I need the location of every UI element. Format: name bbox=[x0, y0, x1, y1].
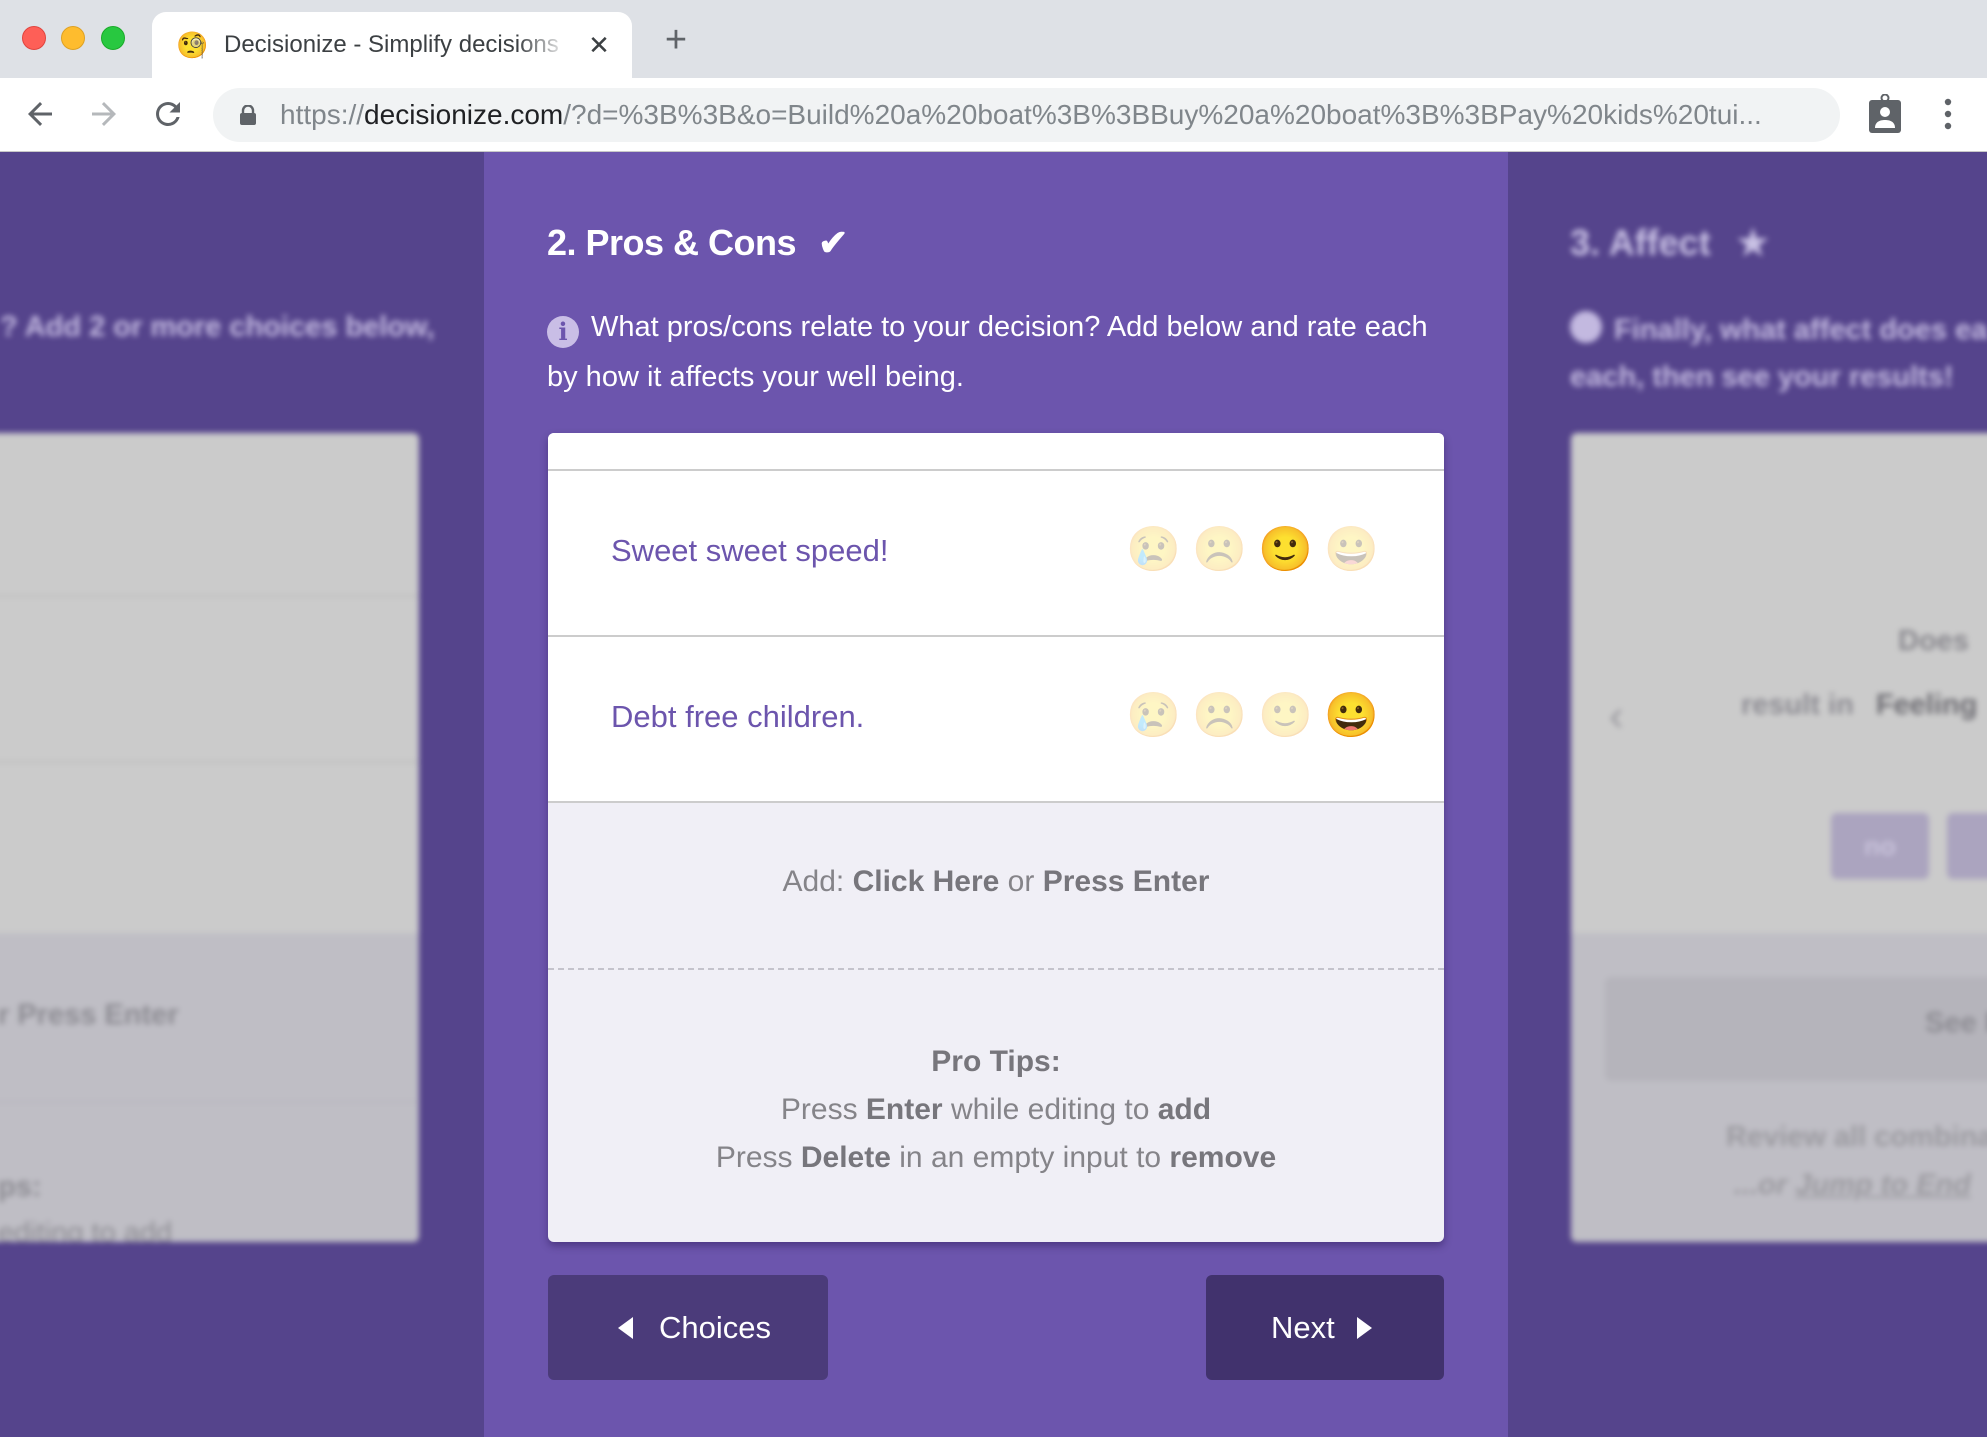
grinning-face-icon[interactable]: 😀 bbox=[1324, 525, 1379, 575]
step-1-info-fragment: ? Add 2 or more choices below, bbox=[0, 311, 435, 343]
back-to-choices-button[interactable]: Choices bbox=[548, 1275, 828, 1380]
jump-to-end-text: ...or Jump to End bbox=[1734, 1169, 1971, 1201]
list-item[interactable]: Sweet sweet speed! 😢 ☹️ 🙂 😀 bbox=[548, 471, 1444, 637]
frowning-face-icon[interactable]: ☹️ bbox=[1192, 525, 1247, 575]
step-1-tips-fragment-2: editing to add bbox=[0, 1217, 173, 1242]
step-2-panel: 2. Pros & Cons ✔ i What pros/cons relate t… bbox=[484, 152, 1508, 1437]
triangle-right-icon bbox=[1356, 1317, 1372, 1339]
instructions: i What pros/cons relate to your decision?… bbox=[547, 302, 1457, 402]
smiling-face-icon[interactable]: 🙂 bbox=[1258, 691, 1313, 741]
answer-yes-button[interactable] bbox=[1947, 813, 1987, 879]
lock-icon bbox=[240, 105, 256, 125]
pros-cons-card: Sweet sweet speed! 😢 ☹️ 🙂 😀 Debt free ch… bbox=[548, 433, 1444, 1242]
tab-close-icon[interactable]: ✕ bbox=[584, 30, 614, 60]
pro-con-text[interactable]: Sweet sweet speed! bbox=[611, 533, 888, 569]
window-maximize-button[interactable] bbox=[101, 26, 125, 50]
pro-tip-1: Press Enter while editing to add bbox=[780, 1093, 1212, 1126]
step-3-panel-blurred: 3. Affect ★ Finally, what affect does ea … bbox=[1508, 152, 1987, 1437]
step-title: 2. Pros & Cons ✔ bbox=[547, 222, 848, 264]
pro-tip-2: Press Delete in an empty input to remove bbox=[715, 1141, 1277, 1174]
step-1-add-fragment: r Press Enter bbox=[0, 999, 179, 1031]
add-press-enter: Press Enter bbox=[1042, 865, 1210, 898]
step-3-info-line-1: Finally, what affect does ea bbox=[1570, 311, 1987, 347]
list-item[interactable]: Debt free children. 😢 ☹️ 🙂 😀 bbox=[548, 637, 1444, 803]
tab-title: Decisionize - Simplify decisions bbox=[224, 31, 559, 58]
reload-icon[interactable] bbox=[150, 96, 186, 132]
new-tab-plus-icon[interactable]: + bbox=[658, 21, 694, 60]
url-scheme: https:// bbox=[280, 99, 365, 130]
url-text[interactable]: https://decisionize.com/?d=%3B%3B&o=Buil… bbox=[280, 98, 1820, 132]
crying-face-icon[interactable]: 😢 bbox=[1126, 525, 1181, 575]
monocle-face-favicon-icon: 🧐 bbox=[176, 30, 209, 60]
window-minimize-button[interactable] bbox=[61, 26, 85, 50]
answer-no-button[interactable]: no bbox=[1831, 813, 1929, 879]
pro-tips: Pro Tips: Press Enter while editing to a… bbox=[548, 970, 1444, 1242]
add-click-here[interactable]: Click Here bbox=[853, 865, 1000, 898]
see-results-label: See R bbox=[1925, 1007, 1987, 1039]
url-path: /?d=%3B%3B&o=Build%20a%20boat%3B%3BBuy%2… bbox=[563, 99, 1762, 130]
browser-tab-active[interactable]: 🧐 Decisionize - Simplify decisions ✕ bbox=[152, 12, 632, 78]
pro-con-text[interactable]: Debt free children. bbox=[611, 699, 864, 735]
review-text: Review all combina bbox=[1726, 1121, 1987, 1153]
step-title-text: 2. Pros & Cons bbox=[547, 222, 797, 263]
crying-face-icon[interactable]: 😢 bbox=[1126, 691, 1181, 741]
grinning-face-icon-selected[interactable]: 😀 bbox=[1324, 691, 1379, 741]
star-icon: ★ bbox=[1736, 222, 1769, 263]
browser-tab-bar: 🧐 Decisionize - Simplify decisions ✕ + bbox=[0, 0, 1987, 78]
instructions-text: What pros/cons relate to your decision? … bbox=[547, 311, 1428, 393]
page-content: ? Add 2 or more choices below, r Press E… bbox=[0, 152, 1987, 1437]
info-icon bbox=[1570, 311, 1602, 343]
pro-tips-heading: Pro Tips: bbox=[931, 1045, 1061, 1078]
add-item-button[interactable]: Add: Click Here or Press Enter bbox=[548, 803, 1444, 970]
question-line-1: Does bbox=[1898, 625, 1969, 657]
add-item-label: Add: Click Here or Press Enter bbox=[548, 865, 1444, 899]
chevron-left-icon[interactable]: ‹ bbox=[1609, 691, 1624, 741]
checkmark-icon: ✔ bbox=[818, 222, 848, 263]
add-or: or bbox=[999, 865, 1043, 898]
back-button-label: Choices bbox=[659, 1310, 771, 1345]
step-1-panel-blurred: ? Add 2 or more choices below, r Press E… bbox=[0, 152, 484, 1437]
jump-to-end-link[interactable]: Jump to End bbox=[1795, 1169, 1971, 1201]
step-3-info-line-2: each, then see your results! bbox=[1570, 361, 1954, 393]
next-button-label: Next bbox=[1271, 1310, 1335, 1345]
frowning-face-icon[interactable]: ☹️ bbox=[1192, 691, 1247, 741]
window-close-button[interactable] bbox=[22, 26, 46, 50]
card-header-spacer bbox=[548, 433, 1444, 471]
browser-toolbar: https://decisionize.com/?d=%3B%3B&o=Buil… bbox=[0, 78, 1987, 152]
badge-extension-icon[interactable] bbox=[1868, 94, 1902, 134]
info-icon: i bbox=[547, 316, 579, 348]
step-3-title: 3. Affect ★ bbox=[1570, 222, 1769, 263]
next-button[interactable]: Next bbox=[1206, 1275, 1444, 1380]
forward-arrow-icon[interactable] bbox=[86, 96, 122, 132]
kebab-menu-icon[interactable] bbox=[1936, 94, 1960, 134]
address-bar[interactable]: https://decisionize.com/?d=%3B%3B&o=Buil… bbox=[213, 88, 1840, 142]
step-3-card: Does ‹ result inFeeling no See R Review … bbox=[1571, 433, 1987, 1242]
url-host: decisionize.com bbox=[364, 99, 564, 130]
question-line-2: result in Feeling bbox=[1741, 689, 1978, 721]
see-results-button[interactable]: See R bbox=[1605, 977, 1987, 1081]
step-1-tips-fragment: ps: bbox=[0, 1171, 42, 1203]
smiling-face-icon-selected[interactable]: 🙂 bbox=[1258, 525, 1313, 575]
triangle-left-icon bbox=[618, 1317, 633, 1339]
add-prefix: Add: bbox=[782, 865, 853, 898]
back-arrow-icon[interactable] bbox=[22, 96, 58, 132]
step-1-card: r Press Enter ps: editing to add bbox=[0, 433, 419, 1242]
